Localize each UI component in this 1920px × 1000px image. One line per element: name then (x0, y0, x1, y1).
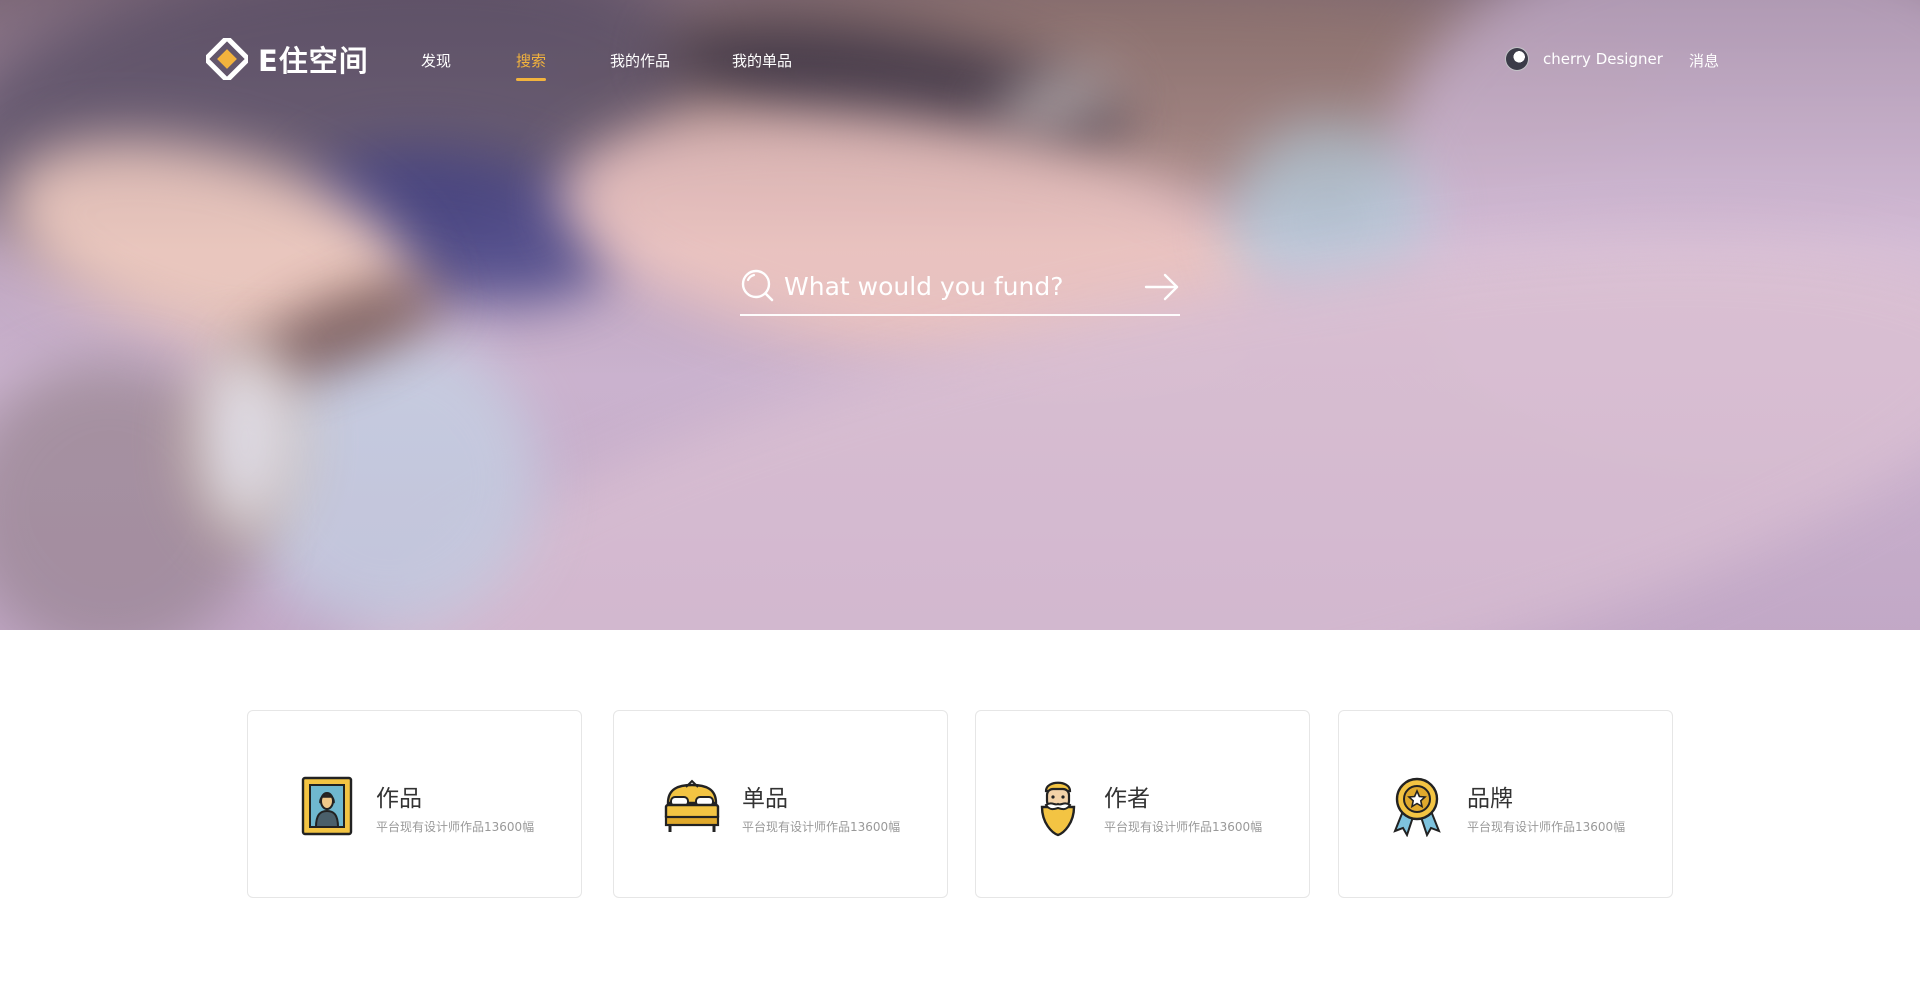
card-authors[interactable]: 作者 平台现有设计师作品13600幅 (975, 710, 1310, 898)
user-name[interactable]: cherry Designer (1543, 50, 1663, 68)
hero-search-bar (740, 264, 1180, 316)
card-subtitle: 平台现有设计师作品13600幅 (742, 820, 901, 834)
card-subtitle: 平台现有设计师作品13600幅 (376, 820, 535, 834)
nav-item-search[interactable]: 搜索 (516, 50, 547, 81)
brand-logo[interactable]: E住空间 (206, 38, 369, 80)
card-subtitle: 平台现有设计师作品13600幅 (1467, 820, 1626, 834)
diamond-logo-icon (206, 38, 248, 80)
card-works[interactable]: 作品 平台现有设计师作品13600幅 (247, 710, 582, 898)
card-title: 作者 (1104, 786, 1150, 812)
top-nav: E住空间 发现 搜索 我的作品 我的单品 cherry Designer 消息 (0, 0, 1920, 120)
card-title: 作品 (376, 786, 422, 812)
user-menu[interactable]: cherry Designer (1505, 47, 1663, 71)
messages-link[interactable]: 消息 (1689, 50, 1719, 71)
award-medal-icon (1393, 777, 1441, 837)
card-title: 品牌 (1467, 786, 1513, 812)
bed-icon (664, 779, 720, 832)
arrow-right-icon[interactable] (1144, 272, 1180, 302)
bearded-artist-icon (1040, 781, 1076, 837)
avatar[interactable] (1505, 47, 1529, 71)
nav-item-my-works[interactable]: 我的作品 (610, 50, 670, 71)
card-subtitle: 平台现有设计师作品13600幅 (1104, 820, 1263, 834)
nav-item-my-products[interactable]: 我的单品 (732, 50, 792, 71)
search-icon (741, 269, 774, 302)
nav-item-discover[interactable]: 发现 (421, 50, 451, 71)
card-title: 单品 (742, 786, 788, 812)
card-products[interactable]: 单品 平台现有设计师作品13600幅 (613, 710, 948, 898)
brand-name: E住空间 (258, 44, 369, 78)
framed-portrait-icon (301, 776, 353, 836)
card-brands[interactable]: 品牌 平台现有设计师作品13600幅 (1338, 710, 1673, 898)
search-input[interactable] (784, 266, 1114, 306)
category-cards: 作品 平台现有设计师作品13600幅 单品 平台现有设计师作品13600幅 作者… (247, 710, 1674, 898)
